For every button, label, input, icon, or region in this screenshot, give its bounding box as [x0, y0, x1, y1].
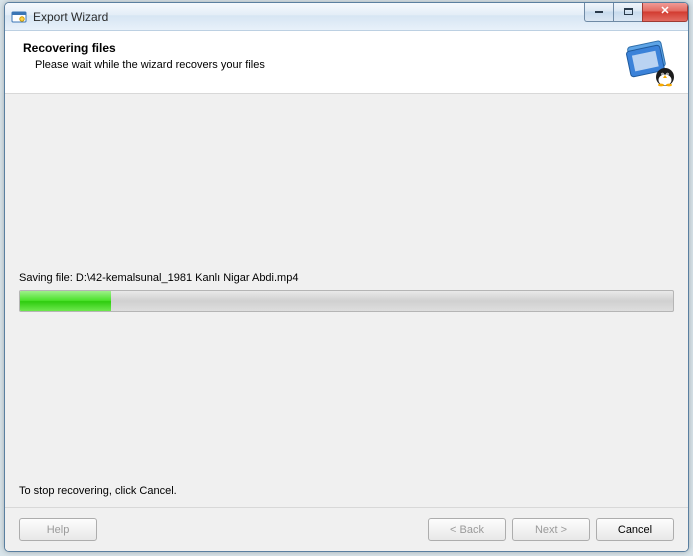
close-icon: ✕ — [660, 6, 669, 17]
cancel-button[interactable]: Cancel — [596, 518, 674, 541]
status-path: D:\42-kemalsunal_1981 Kanlı Nigar Abdi.m… — [76, 272, 299, 284]
folder-penguin-icon — [624, 37, 676, 87]
hint-text: To stop recovering, click Cancel. — [19, 485, 177, 497]
help-button[interactable]: Help — [19, 518, 97, 541]
window-controls: ✕ — [585, 2, 688, 22]
app-icon — [11, 9, 27, 25]
status-prefix: Saving file: — [19, 272, 76, 284]
minimize-button[interactable] — [584, 2, 614, 22]
next-button[interactable]: Next > — [512, 518, 590, 541]
status-line: Saving file: D:\42-kemalsunal_1981 Kanlı… — [19, 272, 298, 284]
progress-bar — [19, 290, 674, 312]
minimize-icon — [594, 5, 604, 18]
wizard-footer: Help < Back Next > Cancel — [5, 507, 688, 551]
header-heading: Recovering files — [23, 41, 674, 55]
export-wizard-window: Export Wizard ✕ Recovering files Please … — [4, 2, 689, 552]
maximize-button[interactable] — [613, 2, 643, 22]
progress-fill — [20, 291, 111, 311]
close-button[interactable]: ✕ — [642, 2, 688, 22]
back-button[interactable]: < Back — [428, 518, 506, 541]
wizard-content: Saving file: D:\42-kemalsunal_1981 Kanlı… — [5, 93, 688, 507]
header-subheading: Please wait while the wizard recovers yo… — [35, 59, 674, 71]
wizard-header: Recovering files Please wait while the w… — [5, 31, 688, 93]
window-title: Export Wizard — [33, 10, 108, 24]
titlebar[interactable]: Export Wizard ✕ — [5, 3, 688, 31]
maximize-icon — [624, 8, 633, 15]
